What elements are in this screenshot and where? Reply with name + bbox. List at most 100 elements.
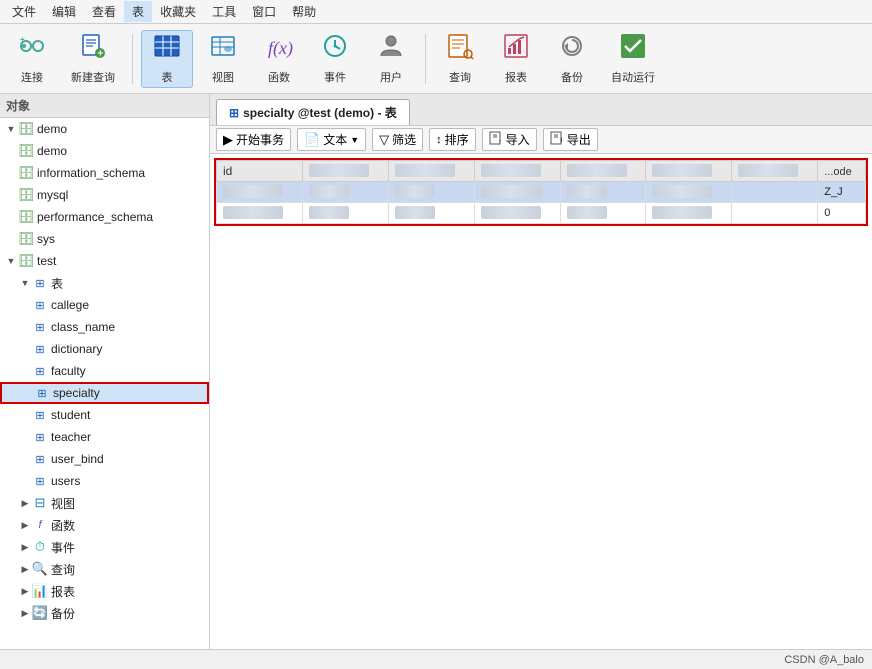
cell-7-1 [732, 182, 818, 203]
cell-4-2 [474, 203, 560, 224]
filter-icon: ▽ [379, 132, 389, 148]
col-3[interactable] [388, 161, 474, 182]
svg-text:f(x): f(x) [268, 38, 293, 59]
table-row[interactable]: (NULL) (NULL) 0 [217, 203, 866, 224]
toolbar-divider-2 [425, 34, 426, 84]
sidebar-item-class-name[interactable]: ⊞ class_name [0, 316, 209, 338]
table-button[interactable]: 表 [141, 30, 193, 88]
toggle-report-folder[interactable]: ▶ [18, 584, 32, 598]
col-6[interactable] [646, 161, 732, 182]
toggle-backup-folder[interactable]: ▶ [18, 606, 32, 620]
query-button[interactable]: 查询 [434, 30, 486, 88]
sidebar-label-callege: callege [51, 298, 89, 312]
sidebar-item-view-folder[interactable]: ▶ ⊟ 视图 [0, 492, 209, 514]
sidebar-item-mysql[interactable]: 🗄 mysql [0, 184, 209, 206]
col-7[interactable] [732, 161, 818, 182]
toggle-event-folder[interactable]: ▶ [18, 540, 32, 554]
menu-edit[interactable]: 编辑 [44, 1, 84, 22]
sidebar-item-dictionary[interactable]: ⊞ dictionary [0, 338, 209, 360]
sidebar-label-teacher: teacher [51, 430, 91, 444]
menu-tools[interactable]: 工具 [204, 1, 244, 22]
menu-window[interactable]: 窗口 [244, 1, 284, 22]
export-label: 导出 [567, 131, 591, 148]
sort-label: 排序 [445, 131, 469, 148]
sidebar-item-test-root[interactable]: ▼ 🗄 test [0, 250, 209, 272]
sidebar-item-report-folder[interactable]: ▶ 📊 报表 [0, 580, 209, 602]
sidebar-label-sys: sys [37, 232, 55, 246]
new-query-button[interactable]: + 新建查询 [62, 30, 124, 88]
export-button[interactable]: 导出 [543, 128, 598, 151]
sidebar-item-func-folder[interactable]: ▶ f 函数 [0, 514, 209, 536]
user-label: 用户 [380, 69, 402, 85]
event-folder-icon: ⏱ [32, 539, 48, 555]
toggle-table-folder[interactable]: ▼ [18, 276, 32, 290]
sidebar-item-teacher[interactable]: ⊞ teacher [0, 426, 209, 448]
sidebar-item-event-folder[interactable]: ▶ ⏱ 事件 [0, 536, 209, 558]
sidebar-item-student[interactable]: ⊞ student [0, 404, 209, 426]
autorun-icon [619, 32, 647, 67]
tab-pane: ▶ 开始事务 📄 文本 ▼ ▽ 筛选 ↕ 排序 [210, 126, 872, 649]
sidebar-item-callege[interactable]: ⊞ callege [0, 294, 209, 316]
db-icon: 🗄 [18, 143, 34, 159]
sidebar-label-information-schema: information_schema [37, 166, 145, 180]
sidebar-item-query-folder[interactable]: ▶ 🔍 查询 [0, 558, 209, 580]
function-button[interactable]: f(x) 函数 [253, 30, 305, 88]
report-button[interactable]: 报表 [490, 30, 542, 88]
sidebar-item-demo-root[interactable]: ▼ 🗄 demo [0, 118, 209, 140]
begin-tx-button[interactable]: ▶ 开始事务 [216, 128, 291, 151]
menu-file[interactable]: 文件 [4, 1, 44, 22]
sidebar-item-specialty[interactable]: ⊞ specialty [0, 382, 209, 404]
view-icon [209, 32, 237, 67]
sidebar-item-users[interactable]: ⊞ users [0, 470, 209, 492]
sort-button[interactable]: ↕ 排序 [429, 128, 476, 151]
main-tab[interactable]: ⊞ specialty @test (demo) - 表 [216, 99, 410, 125]
func-folder-icon: f [32, 517, 48, 533]
text-button[interactable]: 📄 文本 ▼ [297, 128, 366, 151]
menu-favorites[interactable]: 收藏夹 [152, 1, 204, 22]
toggle-func-folder[interactable]: ▶ [18, 518, 32, 532]
new-query-label: 新建查询 [71, 69, 115, 85]
db-icon-test: 🗄 [18, 253, 34, 269]
sidebar-item-demo[interactable]: 🗄 demo [0, 140, 209, 162]
sidebar-label-faculty: faculty [51, 364, 86, 378]
user-button[interactable]: 用户 [365, 30, 417, 88]
menu-view[interactable]: 查看 [84, 1, 124, 22]
menu-help[interactable]: 帮助 [284, 1, 324, 22]
cell-4-1 [474, 182, 560, 203]
event-label: 事件 [324, 69, 346, 85]
toggle-demo[interactable]: ▼ [4, 122, 18, 136]
cell-3-1: (NULL) [388, 182, 474, 203]
tab-label: specialty @test (demo) - 表 [243, 104, 397, 121]
text-icon: 📄 [304, 132, 320, 148]
col-5[interactable] [560, 161, 646, 182]
toggle-view-folder[interactable]: ▶ [18, 496, 32, 510]
autorun-button[interactable]: 自动运行 [602, 30, 664, 88]
statusbar: CSDN @A_balo [0, 649, 872, 669]
filter-button[interactable]: ▽ 筛选 [372, 128, 423, 151]
sidebar-item-sys[interactable]: 🗄 sys [0, 228, 209, 250]
sidebar-item-faculty[interactable]: ⊞ faculty [0, 360, 209, 382]
sidebar-item-table-folder[interactable]: ▼ ⊞ 表 [0, 272, 209, 294]
cell-6-2 [646, 203, 732, 224]
event-button[interactable]: 事件 [309, 30, 361, 88]
backup-button[interactable]: 备份 [546, 30, 598, 88]
tab-toolbar: ▶ 开始事务 📄 文本 ▼ ▽ 筛选 ↕ 排序 [210, 126, 872, 154]
toggle-query-folder[interactable]: ▶ [18, 562, 32, 576]
col-code[interactable]: ...ode [818, 161, 866, 182]
sidebar-item-backup-folder[interactable]: ▶ 🔄 备份 [0, 602, 209, 624]
sidebar-item-information-schema[interactable]: 🗄 information_schema [0, 162, 209, 184]
col-4[interactable] [474, 161, 560, 182]
col-2[interactable] [302, 161, 388, 182]
table-row[interactable]: (NULL) (NULL) Z_J [217, 182, 866, 203]
connect-button[interactable]: + 连接 [6, 30, 58, 88]
sidebar-item-performance-schema[interactable]: 🗄 performance_schema [0, 206, 209, 228]
function-icon: f(x) [265, 32, 293, 67]
col-id[interactable]: id [217, 161, 303, 182]
toggle-test[interactable]: ▼ [4, 254, 18, 268]
import-button[interactable]: 导入 [482, 128, 537, 151]
view-button[interactable]: 视图 [197, 30, 249, 88]
obj-tab-label: 对象 [0, 94, 209, 118]
menu-table[interactable]: 表 [124, 1, 152, 22]
sidebar-item-user-bind[interactable]: ⊞ user_bind [0, 448, 209, 470]
report-folder-icon: 📊 [32, 583, 48, 599]
